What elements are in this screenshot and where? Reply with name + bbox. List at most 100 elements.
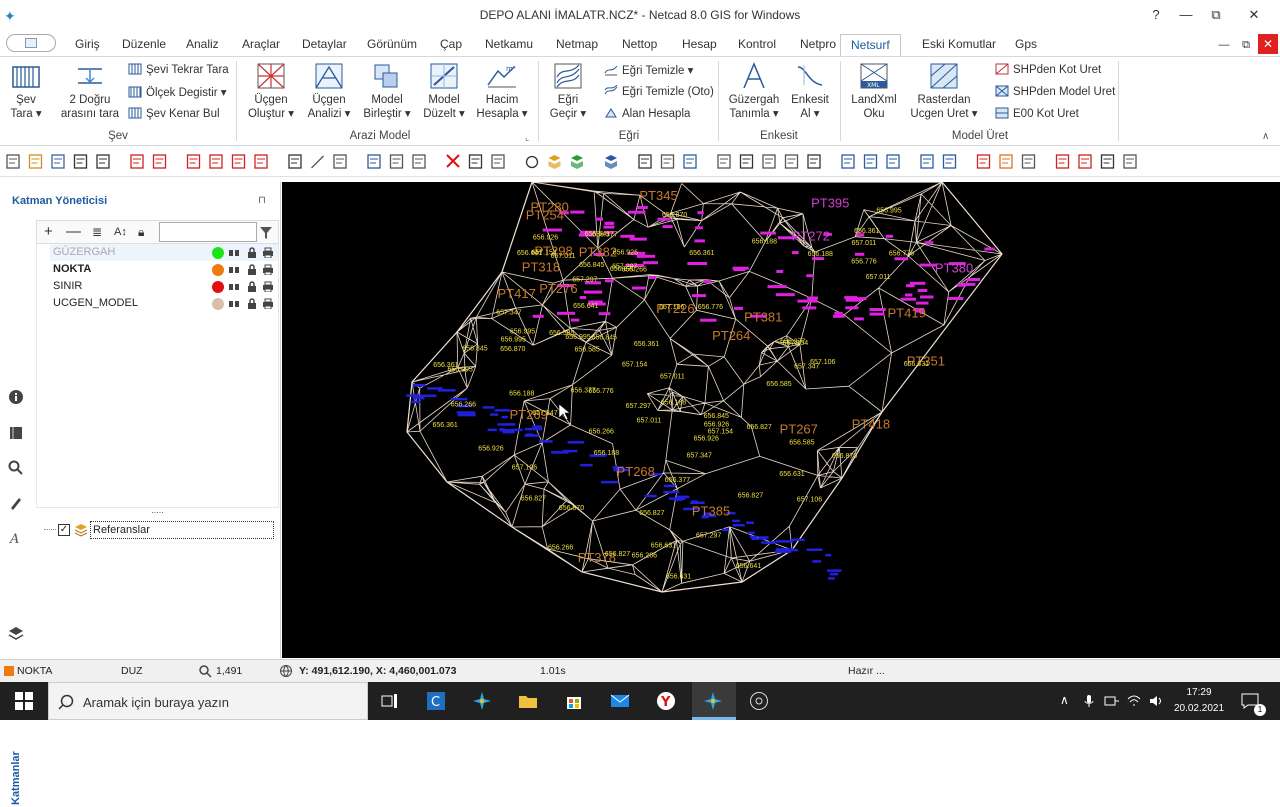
close-button[interactable]: ✕	[1238, 4, 1270, 26]
katmanlar-side-tab[interactable]: Katmanlar	[8, 747, 24, 807]
quick-access-button[interactable]	[6, 34, 56, 52]
referanslar-checkbox[interactable]: ✓	[58, 524, 70, 536]
layer-properties-icon[interactable]: ≣	[92, 225, 102, 239]
scissors-icon[interactable]	[638, 154, 652, 169]
layer-icon[interactable]	[389, 154, 404, 169]
iki-dogru-arasini-tara-button[interactable]: 2 Doğru arasını tara	[58, 61, 122, 121]
tab-0[interactable]: Giriş	[75, 37, 100, 51]
new-icon[interactable]	[6, 154, 20, 169]
snap-icon[interactable]	[999, 154, 1013, 169]
shpden-kot-uret-button[interactable]: SHPden Kot Uret	[995, 63, 1101, 76]
tab-3[interactable]: Araçlar	[242, 37, 280, 51]
pan-icon[interactable]	[976, 154, 991, 169]
text-style-icon[interactable]: A	[8, 530, 24, 546]
status-mode[interactable]: DUZ	[121, 665, 143, 677]
polyline-icon[interactable]	[333, 154, 347, 169]
xyz-icon[interactable]	[367, 154, 381, 169]
undo-icon[interactable]	[130, 154, 144, 169]
add-layer-button[interactable]: +	[44, 223, 53, 240]
layers-book-icon[interactable]	[8, 425, 24, 441]
tab-12[interactable]: Netpro	[800, 37, 836, 51]
wifi-icon[interactable]	[1126, 694, 1142, 708]
align-icon[interactable]	[739, 154, 754, 169]
tab-1[interactable]: Düzenle	[122, 37, 166, 51]
restore-button[interactable]: ⧉	[1200, 4, 1232, 26]
sev-kenar-bul-button[interactable]: Şev Kenar Bul	[128, 107, 220, 120]
store-icon[interactable]	[564, 691, 584, 711]
windows-start-icon[interactable]	[14, 691, 34, 711]
netcad-star-app-icon[interactable]	[472, 691, 492, 711]
graph-icon[interactable]	[683, 154, 697, 169]
clock-date[interactable]: 20.02.2021	[1170, 703, 1228, 714]
block-icon[interactable]	[548, 155, 561, 169]
ucgen-olustur-button[interactable]: Üçgen Oluştur ▾	[246, 61, 296, 121]
tray-expand-icon[interactable]: ∧	[1060, 693, 1069, 707]
redo-icon[interactable]	[152, 154, 167, 169]
profile-icon[interactable]	[1100, 154, 1115, 169]
sev-tara-button[interactable]: Şev Tara ▾	[6, 61, 46, 121]
tab-8[interactable]: Netmap	[556, 37, 598, 51]
sevi-tekrar-tara-button[interactable]: Şevi Tekrar Tara	[128, 63, 229, 76]
egri-temizle-oto-button[interactable]: Eğri Temizle (Oto)	[604, 85, 714, 98]
tab-14[interactable]: Eski Komutlar	[922, 37, 996, 51]
save-icon[interactable]	[51, 154, 65, 169]
layers-stack-icon[interactable]	[8, 625, 24, 641]
filter-icon[interactable]	[258, 222, 274, 242]
guzergah-tanimla-button[interactable]: Güzergah Tanımla ▾	[726, 61, 782, 121]
referanslar-row[interactable]: ✓ Referanslar	[40, 521, 274, 539]
minimize-button[interactable]: —	[1170, 4, 1202, 26]
egri-gecir-button[interactable]: Eğri Geçir ▾	[546, 61, 590, 121]
tab-2[interactable]: Analiz	[186, 37, 219, 51]
ucgen-analizi-button[interactable]: Üçgen Analizi ▾	[304, 61, 354, 121]
microphone-icon[interactable]	[1083, 694, 1095, 708]
task-view-icon[interactable]	[380, 691, 400, 711]
select-window-icon[interactable]	[231, 154, 246, 169]
alan-hesapla-button[interactable]: Alan Hesapla	[604, 107, 690, 120]
pen-icon[interactable]	[1123, 154, 1137, 169]
hacim-hesapla-button[interactable]: m³ Hacim Hesapla ▾	[474, 61, 530, 121]
shpden-model-uret-button[interactable]: SHPden Model Uret	[995, 85, 1115, 98]
egri-temizle-button[interactable]: Eğri Temizle ▾	[604, 63, 693, 77]
table-icon[interactable]	[186, 154, 201, 169]
taskbar-search-box[interactable]: Aramak için buraya yazın	[48, 682, 368, 720]
tab-11[interactable]: Kontrol	[738, 37, 776, 51]
circle-icon[interactable]	[525, 155, 539, 169]
zoom-window-icon[interactable]	[920, 154, 934, 169]
tab-4[interactable]: Detaylar	[302, 37, 347, 51]
info-icon[interactable]	[209, 154, 223, 169]
bridge-icon[interactable]	[1078, 154, 1092, 169]
tab-9[interactable]: Nettop	[622, 37, 657, 51]
zoom-extent-icon[interactable]	[942, 154, 957, 169]
offset-icon[interactable]	[491, 154, 505, 169]
collapse-ribbon-icon[interactable]: ∧	[1262, 131, 1269, 142]
yandex-browser-icon[interactable]: Y	[656, 691, 676, 711]
grid-icon[interactable]	[717, 154, 731, 169]
draw-tool-icon[interactable]	[8, 495, 24, 511]
edit-icon[interactable]	[660, 154, 675, 169]
doc-close-button[interactable]: ✕	[1258, 34, 1278, 54]
lock-icon[interactable]: 🔒︎	[138, 225, 144, 240]
blocks2-icon[interactable]	[605, 155, 617, 169]
tab-6[interactable]: Çap	[440, 37, 462, 51]
angle-icon[interactable]	[468, 154, 483, 169]
netcad-c-app-icon[interactable]: C	[426, 691, 446, 711]
level2-icon[interactable]	[784, 154, 799, 169]
print-icon[interactable]	[73, 154, 88, 169]
obs-app-icon[interactable]	[749, 691, 769, 711]
landxml-oku-button[interactable]: XML LandXml Oku	[848, 61, 900, 121]
mail-icon[interactable]	[610, 691, 630, 711]
measure-icon[interactable]	[841, 154, 855, 169]
netcad-active-app-icon[interactable]	[703, 691, 723, 711]
remove-layer-button[interactable]: —	[66, 223, 81, 240]
panel-splitter[interactable]: .....	[36, 506, 279, 515]
info-icon[interactable]	[8, 389, 24, 405]
olcek-degistir-button[interactable]: Ölçek Degistir ▾	[128, 85, 227, 99]
delete-icon[interactable]	[446, 154, 460, 168]
point-icon[interactable]	[288, 154, 302, 169]
rasterdan-ucgen-uret-button[interactable]: Rasterdan Ucgen Uret ▾	[906, 61, 982, 121]
dialog-launcher-icon[interactable]: ⌞	[525, 132, 529, 143]
chart-icon[interactable]	[807, 154, 821, 169]
copy-icon[interactable]	[412, 154, 426, 169]
layer-search-input[interactable]	[159, 222, 257, 242]
line-icon[interactable]	[311, 155, 324, 169]
